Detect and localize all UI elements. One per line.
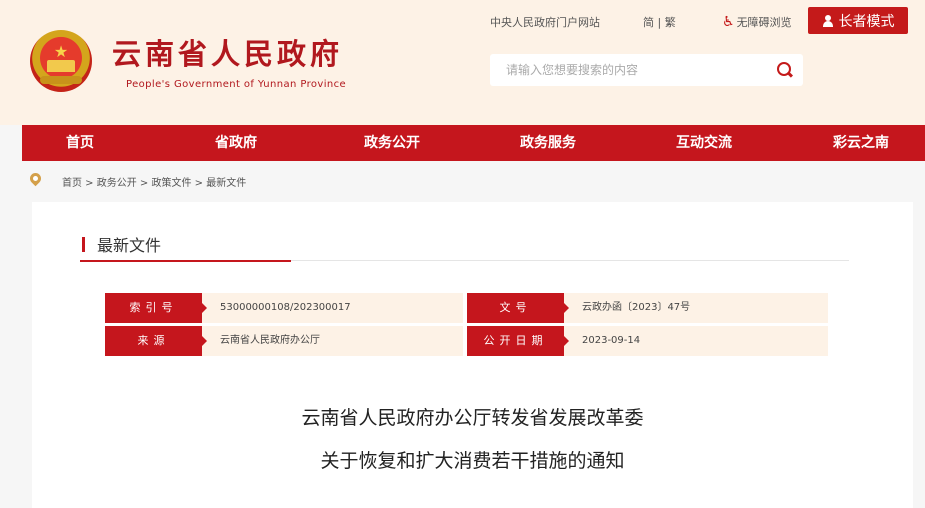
elder-mode-button[interactable]: 长者模式 (808, 7, 908, 34)
document-title-line-1: 云南省人民政府办公厅转发省发展改革委 (301, 407, 644, 429)
language-switch[interactable]: 简 | 繁 (643, 14, 676, 30)
wheelchair-icon: ♿ (722, 14, 735, 30)
index-label: 索引号 (105, 293, 207, 323)
meta-cell-source: 来源 云南省人民政府办公厅 (105, 326, 463, 356)
content-card: 最新文件 索引号 53000000108/202300017 文号 云政办函〔2… (32, 202, 913, 508)
doc-no-label: 文号 (467, 293, 569, 323)
search-box (490, 54, 803, 86)
accessibility-link[interactable]: ♿ 无障碍浏览 (722, 14, 792, 30)
nav-item-home[interactable]: 首页 (66, 125, 94, 161)
site-subtitle: People's Government of Yunnan Province (126, 79, 347, 90)
nav-item-government[interactable]: 省政府 (215, 125, 257, 161)
central-gov-link[interactable]: 中央人民政府门户网站 (490, 14, 600, 30)
user-icon (822, 14, 834, 27)
main-nav: 首页 省政府 政务公开 政务服务 互动交流 彩云之南 (22, 125, 925, 161)
site-header: ★ 云南省人民政府 People's Government of Yunnan … (0, 0, 925, 125)
section-header: 最新文件 (82, 232, 161, 256)
meta-cell-doc-no: 文号 云政办函〔2023〕47号 (467, 293, 828, 323)
site-title[interactable]: 云南省人民政府 (112, 40, 343, 69)
meta-row: 索引号 53000000108/202300017 文号 云政办函〔2023〕4… (105, 293, 828, 323)
document-title-line-2: 关于恢复和扩大消费若干措施的通知 (320, 450, 625, 472)
elder-mode-label: 长者模式 (838, 13, 895, 30)
nav-item-interaction[interactable]: 互动交流 (676, 125, 732, 161)
breadcrumb[interactable]: 首页 > 政务公开 > 政策文件 > 最新文件 (62, 174, 246, 189)
section-divider-accent (80, 260, 291, 262)
breadcrumb-bar: 首页 > 政务公开 > 政策文件 > 最新文件 (0, 166, 925, 194)
section-title: 最新文件 (97, 236, 162, 255)
accessibility-label: 无障碍浏览 (736, 16, 792, 29)
index-value: 53000000108/202300017 (220, 302, 351, 313)
date-label: 公开日期 (467, 326, 569, 356)
location-pin-icon (27, 170, 44, 187)
source-value: 云南省人民政府办公厅 (220, 335, 320, 346)
meta-row: 来源 云南省人民政府办公厅 公开日期 2023-09-14 (105, 326, 828, 356)
section-marker (82, 236, 85, 252)
top-links: 中央人民政府门户网站 简 | 繁 ♿ 无障碍浏览 (0, 12, 925, 32)
nav-item-colorful-yunnan[interactable]: 彩云之南 (833, 125, 889, 161)
meta-cell-date: 公开日期 2023-09-14 (467, 326, 828, 356)
meta-cell-index: 索引号 53000000108/202300017 (105, 293, 463, 323)
search-icon[interactable] (777, 62, 792, 77)
nav-item-gov-affairs[interactable]: 政务公开 (364, 125, 420, 161)
source-label: 来源 (105, 326, 207, 356)
national-emblem-icon: ★ (30, 30, 92, 92)
doc-no-value: 云政办函〔2023〕47号 (582, 302, 691, 313)
nav-item-gov-services[interactable]: 政务服务 (520, 125, 576, 161)
date-value: 2023-09-14 (582, 335, 641, 346)
search-input[interactable] (490, 54, 760, 86)
